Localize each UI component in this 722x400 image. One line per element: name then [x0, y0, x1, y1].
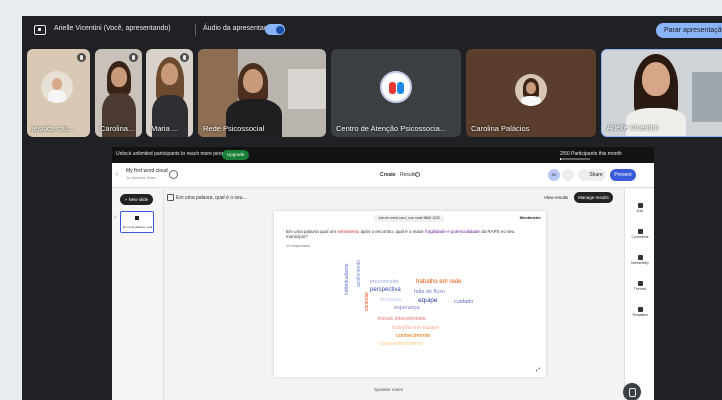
word-cloud-word: conhecimento	[396, 333, 431, 339]
word-cloud-word: compartilhamento	[379, 341, 423, 347]
muted-mic-icon	[180, 53, 189, 62]
responses-count: 19 responses	[286, 243, 311, 248]
interactivity-icon	[637, 255, 643, 260]
participant-name: Centro de Atenção Psicossocia...	[336, 124, 447, 133]
editor-header: ‹ My first word cloud Jo Almeida Sáez Cr…	[112, 163, 654, 188]
word-cloud-word: falta de fluxo	[414, 289, 446, 295]
settings-icon[interactable]	[169, 170, 178, 179]
muted-mic-icon	[77, 53, 86, 62]
edit-icon	[637, 203, 643, 208]
slide-number: 1	[114, 214, 117, 219]
new-slide-button[interactable]: + New slide	[120, 194, 153, 205]
word-cloud-word: cuidado	[454, 299, 474, 305]
slide-type-label: Em uma palavra, qual é o seu...	[176, 195, 247, 201]
word-cloud-word: acolhimento	[356, 260, 362, 287]
back-arrow-icon[interactable]: ‹	[116, 172, 118, 178]
word-cloud-icon	[135, 216, 139, 220]
present-screen-icon	[34, 25, 46, 35]
word-cloud-word: desgaste	[380, 297, 403, 303]
slide-thumbnail[interactable]: Em uma palavra, qual...	[120, 211, 155, 233]
themes-icon	[637, 281, 643, 286]
slide-toolbar: Em uma palavra, qual é o seu... View res…	[164, 189, 624, 207]
meet-window: Arielle Vicentini (Você, apresentando) Á…	[22, 16, 722, 400]
avatar	[515, 74, 547, 106]
present-button[interactable]: Present	[610, 169, 636, 181]
word-cloud-word: perspectiva	[370, 287, 401, 293]
share-button[interactable]: Share	[586, 169, 606, 181]
word-cloud-word: esperança	[394, 305, 420, 311]
upgrade-banner: Unlock unlimited participants to reach m…	[112, 147, 654, 163]
speaker-notes[interactable]: Speaker notes	[374, 387, 403, 392]
participant-tile[interactable]: Centro de Atenção Psicossocia...	[331, 49, 461, 137]
divider	[195, 24, 196, 36]
chat-fab-button[interactable]	[623, 383, 641, 400]
templates-icon	[637, 307, 643, 312]
participant-limit-text: 2/50 Participants this month	[560, 151, 622, 157]
word-cloud-word: trabalho em equipe	[392, 325, 440, 331]
participant-strip: jessica cas... Carolina... Maria ... Red…	[22, 49, 722, 137]
word-cloud-word: individualismo	[344, 263, 350, 295]
avatar	[41, 71, 73, 103]
participant-name: Arielle Vicentini	[607, 123, 659, 132]
user-avatar[interactable]: AV	[548, 169, 560, 181]
participant-tile[interactable]: jessica cas...	[27, 49, 90, 137]
question-text: Em uma palavra qual um sentimento após o…	[286, 229, 515, 239]
results-count-icon	[415, 172, 420, 177]
panel-interactivity[interactable]: Interactivity	[625, 255, 655, 265]
participant-tile[interactable]: Rede Psicossocial	[198, 49, 326, 137]
panel-templates[interactable]: Templates	[625, 307, 655, 317]
participant-limit-bar	[560, 158, 590, 160]
shared-screen: Unlock unlimited participants to reach m…	[112, 147, 654, 400]
caps-logo-icon	[380, 71, 412, 103]
comments-icon	[637, 229, 643, 234]
presentation-bar: Arielle Vicentini (Você, apresentando) Á…	[22, 16, 722, 46]
word-cloud-word: equipe	[418, 297, 438, 304]
slide-type-icon	[167, 194, 174, 201]
presentation-owner: Jo Almeida Sáez	[126, 175, 156, 180]
more-icon[interactable]	[562, 169, 574, 181]
join-code-bar: Join at menti.com | use code 5865 1232	[374, 215, 445, 222]
manage-results-button[interactable]: Manage results	[574, 192, 613, 203]
tab-create[interactable]: Create	[380, 172, 396, 178]
presenter-label: Arielle Vicentini (Você, apresentando)	[54, 25, 171, 32]
participant-tile[interactable]: Carolina Palácios	[466, 49, 596, 137]
fullscreen-icon[interactable]: ⤢	[536, 367, 540, 373]
right-panel: Edit Comments Interactivity Themes Templ…	[624, 189, 654, 400]
view-results-link[interactable]: View results	[544, 195, 568, 200]
participant-limit-fill	[560, 158, 562, 160]
stop-presenting-button[interactable]: Parar apresentação	[656, 23, 722, 38]
participant-name: Rede Psicossocial	[203, 124, 265, 133]
banner-text: Unlock unlimited participants to reach m…	[116, 151, 230, 157]
word-cloud-word: conectar	[364, 291, 370, 311]
panel-themes[interactable]: Themes	[625, 281, 655, 291]
audio-toggle[interactable]	[265, 24, 285, 35]
upgrade-button[interactable]: Upgrade	[222, 150, 250, 160]
mentimeter-logo: Mentimeter	[519, 215, 541, 220]
participant-tile-self[interactable]: Arielle Vicentini	[601, 49, 722, 137]
panel-comments[interactable]: Comments	[625, 229, 655, 239]
muted-mic-icon	[129, 53, 138, 62]
slide-list: + New slide 1 Em uma palavra, qual...	[112, 189, 164, 400]
slide-canvas: Join at menti.com | use code 5865 1232 M…	[274, 211, 546, 377]
participant-name: Carolina Palácios	[471, 124, 530, 133]
word-cloud-word: preconceito	[370, 279, 399, 285]
word-cloud-word: trabalho em rede	[416, 279, 462, 285]
participant-name: Maria ...	[151, 124, 179, 133]
slide-thumb-label: Em uma palavra, qual...	[123, 225, 155, 229]
presentation-title[interactable]: My first word cloud	[126, 168, 168, 174]
participant-name: jessica cas...	[32, 124, 75, 133]
word-cloud-word: trocas intersetoriais	[378, 316, 426, 322]
panel-edit[interactable]: Edit	[625, 203, 655, 213]
participant-tile[interactable]: Maria ...	[146, 49, 193, 137]
participant-tile[interactable]: Carolina...	[95, 49, 142, 137]
participant-name: Carolina...	[100, 124, 135, 133]
